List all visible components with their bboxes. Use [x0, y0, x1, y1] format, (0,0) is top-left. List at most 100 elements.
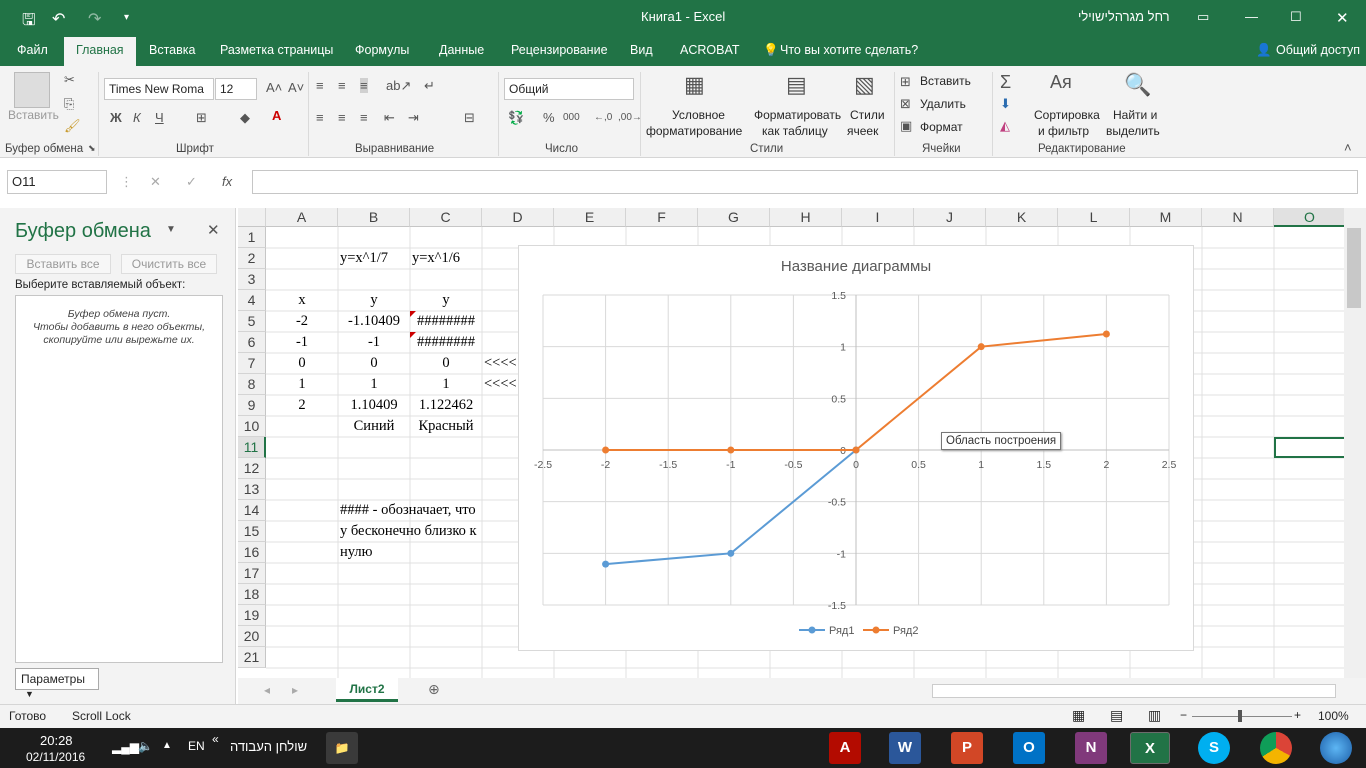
align-middle-icon[interactable]: ≡ — [338, 78, 346, 93]
tab-page-layout[interactable]: Разметка страницы — [220, 43, 333, 57]
vertical-scrollbar[interactable] — [1344, 208, 1366, 678]
cell-B6[interactable]: -1 — [340, 332, 408, 353]
series-2-point[interactable] — [727, 446, 735, 454]
signal-icon[interactable]: ▂▄▆ — [112, 740, 139, 754]
cell-C5[interactable]: ######## — [412, 311, 480, 332]
insert-cells-button[interactable]: Вставить — [920, 74, 971, 89]
taskbar-powerpoint-icon[interactable]: P — [951, 732, 983, 764]
series-2-point[interactable] — [977, 343, 985, 351]
row-header-13[interactable]: 13 — [238, 479, 266, 500]
horizontal-scrollbar[interactable] — [932, 684, 1336, 698]
desktop-toolbar-icon[interactable]: « — [212, 732, 219, 746]
row-header-11[interactable]: 11 — [238, 437, 266, 458]
taskbar-excel-icon[interactable]: X — [1130, 732, 1170, 764]
comma-style-icon[interactable]: 000 — [563, 112, 580, 123]
cell-C6[interactable]: ######## — [412, 332, 480, 353]
cell-B2[interactable]: y=x^1/7 — [340, 248, 388, 269]
zoom-level[interactable]: 100% — [1318, 709, 1349, 723]
row-header-7[interactable]: 7 — [238, 353, 266, 374]
pane-menu-icon[interactable]: ▼ — [166, 224, 176, 235]
row-header-2[interactable]: 2 — [238, 248, 266, 269]
taskbar-chrome-icon[interactable] — [1260, 732, 1292, 764]
cell-A7[interactable]: 0 — [268, 353, 336, 374]
series-1-point[interactable] — [727, 549, 735, 557]
delete-cells-button[interactable]: Удалить — [920, 97, 966, 112]
find-label-1[interactable]: Найти и — [1113, 108, 1157, 123]
column-header-K[interactable]: K — [986, 208, 1058, 227]
delete-cells-icon[interactable]: ⊠ — [900, 96, 911, 112]
cell-C2[interactable]: y=x^1/6 — [412, 248, 460, 269]
options-button[interactable]: Параметры ▼ — [15, 668, 99, 699]
page-layout-view-icon[interactable]: ▤ — [1110, 707, 1123, 724]
normal-view-icon[interactable]: ▦ — [1072, 707, 1085, 724]
column-header-F[interactable]: F — [626, 208, 698, 227]
series-1-point[interactable] — [602, 560, 610, 568]
cell-B5[interactable]: -1.10409 — [340, 311, 408, 332]
redo-icon[interactable]: ↷ — [88, 9, 101, 29]
cell-A5[interactable]: -2 — [268, 311, 336, 332]
column-header-N[interactable]: N — [1202, 208, 1274, 227]
format-table-label-2[interactable]: как таблицу — [762, 124, 828, 139]
currency-icon[interactable]: 💱 — [508, 110, 524, 126]
cell-D8[interactable]: <<<< — [484, 374, 517, 395]
decrease-indent-icon[interactable]: ⇤ — [384, 110, 395, 126]
cell-C8[interactable]: 1 — [412, 374, 480, 395]
number-format-select[interactable]: Общий — [504, 78, 634, 100]
enter-icon[interactable]: ✓ — [186, 174, 197, 190]
page-break-view-icon[interactable]: ▥ — [1148, 707, 1161, 724]
column-header-A[interactable]: A — [266, 208, 338, 227]
cell-B7[interactable]: 0 — [340, 353, 408, 374]
row-header-9[interactable]: 9 — [238, 395, 266, 416]
wrap-text-icon[interactable]: ↵ — [424, 78, 435, 94]
select-all-corner[interactable] — [238, 208, 266, 227]
column-header-J[interactable]: J — [914, 208, 986, 227]
font-name-select[interactable]: Times New Roma — [104, 78, 214, 100]
cell-A8[interactable]: 1 — [268, 374, 336, 395]
increase-font-icon[interactable]: A˄ — [266, 80, 282, 95]
cell-A4[interactable]: x — [268, 290, 336, 311]
italic-button[interactable]: К — [133, 110, 141, 125]
column-header-G[interactable]: G — [698, 208, 770, 227]
tab-file[interactable]: Файл — [17, 43, 48, 57]
cell-C7[interactable]: 0 — [412, 353, 480, 374]
start-button-icon[interactable] — [1320, 732, 1352, 764]
pane-close-icon[interactable]: ✕ — [207, 221, 220, 239]
clock-date[interactable]: 02/11/2016 — [26, 750, 85, 764]
insert-cells-icon[interactable]: ⊞ — [900, 74, 911, 90]
row-header-17[interactable]: 17 — [238, 563, 266, 584]
row-header-14[interactable]: 14 — [238, 500, 266, 521]
desktop-toolbar-label[interactable]: שולחן העבודה — [230, 739, 307, 754]
sort-label-1[interactable]: Сортировка — [1034, 108, 1100, 123]
align-top-icon[interactable]: ≡ — [316, 78, 324, 93]
cell-B10[interactable]: Синий — [340, 416, 408, 437]
cell-B15[interactable]: у бесконечно близко к — [340, 521, 477, 542]
legend-label-1[interactable]: Ряд1 — [829, 625, 854, 637]
cell-B4[interactable]: y — [340, 290, 408, 311]
format-painter-icon[interactable]: 🖌 — [64, 118, 81, 134]
tray-arrow-icon[interactable]: ▲ — [162, 740, 172, 751]
prev-sheet-icon[interactable]: ◂ — [264, 683, 270, 697]
tab-data[interactable]: Данные — [439, 43, 484, 57]
row-header-10[interactable]: 10 — [238, 416, 266, 437]
borders-icon[interactable]: ⊞ — [196, 110, 207, 126]
conditional-format-icon[interactable]: ▦ — [684, 72, 705, 98]
format-cells-icon[interactable]: ▣ — [900, 118, 912, 134]
column-header-I[interactable]: I — [842, 208, 914, 227]
cell-C9[interactable]: 1.122462 — [412, 395, 480, 416]
merge-cells-icon[interactable]: ⊟ — [464, 110, 475, 126]
column-header-B[interactable]: B — [338, 208, 410, 227]
underline-button[interactable]: Ч — [155, 110, 164, 125]
tab-formulas[interactable]: Формулы — [355, 43, 409, 57]
clipboard-launcher-icon[interactable]: ⬊ — [88, 143, 96, 154]
worksheet-grid[interactable]: ABCDEFGHIJKLMNO 1 2 3 4 5 6 7 8 9 10 11 12 13 14 15 16 1… — [238, 208, 1344, 678]
share-button[interactable]: Общий доступ — [1276, 43, 1360, 57]
align-right-icon[interactable]: ≡ — [360, 110, 368, 125]
cancel-icon[interactable]: ✕ — [150, 174, 161, 190]
tab-review[interactable]: Рецензирование — [511, 43, 608, 57]
row-header-6[interactable]: 6 — [238, 332, 266, 353]
row-header-16[interactable]: 16 — [238, 542, 266, 563]
column-header-H[interactable]: H — [770, 208, 842, 227]
name-box[interactable]: O11 — [7, 170, 107, 194]
customize-qat-icon[interactable]: ▾ — [124, 12, 129, 23]
row-header-21[interactable]: 21 — [238, 647, 266, 668]
